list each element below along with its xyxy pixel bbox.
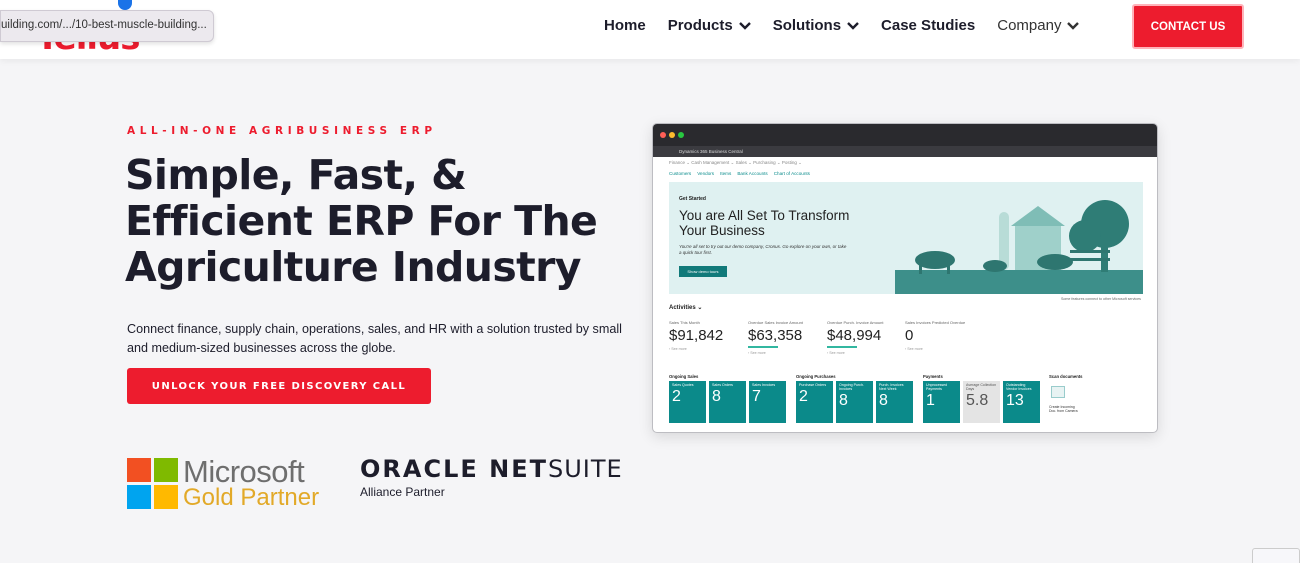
scan-label: Create Incoming Doc. from Camera (1049, 405, 1078, 413)
kpi-value: $48,994 (827, 327, 882, 344)
contact-us-button[interactable]: CONTACT US (1132, 4, 1244, 49)
tile-value: 8 (879, 392, 888, 409)
browser-indicator-icon (118, 0, 132, 10)
kpi-label: Overdue Sales Invoice Amount (748, 320, 803, 325)
hero-headline: Simple, Fast, & Efficient ERP For The Ag… (125, 151, 598, 291)
hero-eyebrow: ALL-IN-ONE AGRIBUSINESS ERP (127, 125, 437, 137)
tile-value: 7 (752, 388, 761, 405)
kpi-card: Sales Invoices Predicted Overdue 0 › See… (905, 320, 981, 351)
tile-label: Unprocessed Payments (926, 383, 948, 391)
tile-group-label: Payments (923, 374, 943, 379)
banner-title: You are All Set To Transform Your Busine… (679, 208, 850, 238)
nav-solutions[interactable]: Solutions (773, 17, 859, 34)
get-started-banner: Get Started You are All Set To Transform… (669, 182, 1143, 294)
kpi-link: › See more (827, 351, 845, 355)
oracle-logo-bold: ORACLE NET (360, 455, 548, 483)
discovery-call-button[interactable]: UNLOCK YOUR FREE DISCOVERY CALL (127, 368, 431, 404)
screenshot-app-bar: Dynamics 365 Business Central (653, 146, 1157, 157)
maximize-dot-icon (678, 132, 684, 138)
nav-case-studies-label: Case Studies (881, 17, 976, 34)
close-dot-icon (660, 132, 666, 138)
nav-home-label: Home (604, 17, 646, 34)
chevron-down-icon (847, 21, 859, 30)
microsoft-logo-icon (127, 458, 179, 510)
kpi-label: Overdue Purch. Invoice Amount (827, 320, 884, 325)
stat-tile: Average Collection Days 5.8 (963, 381, 1000, 423)
nav-case-studies[interactable]: Case Studies (881, 17, 975, 34)
kpi-value: $91,842 (669, 327, 724, 344)
screenshot-link: Items (720, 171, 732, 176)
kpi-indicator (827, 346, 857, 348)
tile-label: Outstanding Vendor Invoices (1006, 383, 1032, 391)
site-header: Tellus uilding.com/.../10-best-muscle-bu… (0, 0, 1300, 59)
nav-company[interactable]: Company (997, 17, 1080, 34)
tile-value: 13 (1006, 392, 1024, 409)
tile-value: 5.8 (966, 392, 989, 409)
stat-tile: Purch. Invoices Next Week 8 (876, 381, 913, 423)
oracle-netsuite-logo: ORACLE NETSUITE (360, 455, 623, 483)
chevron-down-icon (1067, 21, 1080, 30)
recaptcha-badge[interactable] (1252, 548, 1300, 563)
hero-subtext: Connect finance, supply chain, operation… (127, 322, 622, 355)
tile-label: Ongoing Purch. Invoices (839, 383, 864, 391)
tile-value: 1 (926, 392, 935, 409)
stat-tile: Sales Orders 8 (709, 381, 746, 423)
kpi-card: Sales This Month $91,842 › See more (669, 320, 745, 351)
main-nav: Home Products Solutions Case Studies Com… (604, 17, 1080, 34)
oracle-logo-light: SUITE (547, 455, 623, 483)
tile-label: Average Collection Days (966, 383, 997, 391)
tile-value: 2 (672, 388, 681, 405)
screenshot-menu: Finance ⌄ Cash Management ⌄ Sales ⌄ Purc… (669, 160, 802, 165)
screenshot-window-bar (653, 124, 1157, 146)
screenshot-link: Vendors (697, 171, 715, 176)
camera-icon (1051, 386, 1065, 398)
kpi-card: Overdue Purch. Invoice Amount $48,994 › … (827, 320, 903, 355)
tile-group-label: Ongoing Sales (669, 374, 699, 379)
stat-tile: Sales Invoices 7 (749, 381, 786, 423)
stat-tile: Ongoing Purch. Invoices 8 (836, 381, 873, 423)
banner-note: Some features connect to other Microsoft… (1061, 297, 1141, 301)
stat-tile: Unprocessed Payments 1 (923, 381, 960, 423)
banner-label: Get Started (679, 196, 706, 202)
nav-products[interactable]: Products (668, 17, 751, 34)
kpi-link: › See more (905, 347, 923, 351)
minimize-dot-icon (669, 132, 675, 138)
stat-tile: Outstanding Vendor Invoices 13 (1003, 381, 1040, 423)
oracle-partner-type: Alliance Partner (360, 485, 445, 499)
screenshot-links: Customers Vendors Items Bank Accounts Ch… (669, 171, 810, 176)
nav-company-label: Company (997, 17, 1062, 34)
product-screenshot: Dynamics 365 Business Central Finance ⌄ … (652, 123, 1158, 433)
kpi-value: $63,358 (748, 327, 803, 344)
kpi-value: 0 (905, 327, 914, 344)
screenshot-link: Chart of Accounts (773, 171, 810, 176)
tile-value: 8 (712, 388, 721, 405)
tile-group-label: Ongoing Purchases (796, 374, 836, 379)
screenshot-link: Bank Accounts (737, 171, 768, 176)
activities-label: Activities ⌄ (669, 305, 703, 311)
kpi-label: Sales This Month (669, 320, 700, 325)
kpi-card: Overdue Sales Invoice Amount $63,358 › S… (748, 320, 824, 355)
nav-products-label: Products (667, 17, 733, 34)
banner-button: Show demo tours (679, 266, 727, 277)
kpi-label: Sales Invoices Predicted Overdue (905, 320, 966, 325)
stat-tile: Sales Quotes 2 (669, 381, 706, 423)
microsoft-partner-tier: Gold Partner (183, 484, 320, 511)
kpi-link: › See more (748, 351, 766, 355)
kpi-indicator (748, 346, 778, 348)
nav-home[interactable]: Home (604, 17, 646, 34)
stat-tile: Purchase Orders 2 (796, 381, 833, 423)
hover-url-tooltip: uilding.com/.../10-best-muscle-building.… (0, 10, 214, 42)
banner-text: You're all set to try out our demo compa… (679, 244, 847, 255)
nav-solutions-label: Solutions (772, 17, 842, 34)
tile-value: 8 (839, 392, 848, 409)
kpi-link: › See more (669, 347, 687, 351)
farm-illustration-icon (895, 200, 1143, 294)
tile-group-label: Scan documents (1049, 374, 1083, 379)
chevron-down-icon (738, 21, 751, 30)
screenshot-link: Customers (669, 171, 692, 176)
tile-value: 2 (799, 388, 808, 405)
tile-label: Purch. Invoices Next Week (879, 383, 904, 391)
